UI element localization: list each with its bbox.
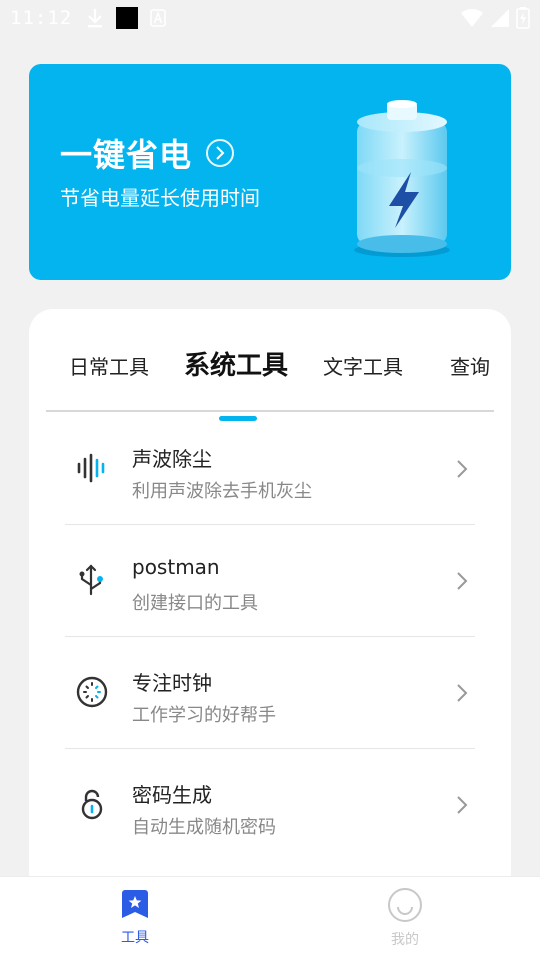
- tool-title: 密码生成: [132, 783, 212, 807]
- status-bar: 11:12: [0, 0, 540, 36]
- banner-subtitle: 节省电量延长使用时间: [60, 186, 260, 210]
- list-item-focus-clock[interactable]: 专注时钟 工作学习的好帮手: [29, 637, 511, 749]
- wifi-icon: [461, 8, 483, 27]
- tabs-divider: [46, 410, 494, 412]
- nav-mine-label: 我的: [391, 932, 419, 948]
- tool-description: 工作学习的好帮手: [132, 705, 276, 726]
- lock-icon: [81, 789, 103, 820]
- tools-star-icon: [122, 890, 148, 918]
- focus-clock-icon: [76, 676, 108, 708]
- battery-illustration-icon: [354, 100, 450, 257]
- chevron-right-icon: [457, 572, 468, 590]
- tool-list: 声波除尘 利用声波除去手机灰尘 postman 创建接口的工具 专注时钟 工作学…: [29, 413, 511, 861]
- list-item-postman[interactable]: postman 创建接口的工具: [29, 525, 511, 637]
- nav-mine[interactable]: 我的: [365, 887, 445, 949]
- power-save-banner[interactable]: 一键省电 节省电量延长使用时间: [29, 64, 511, 280]
- chevron-right-icon: [457, 684, 468, 702]
- notification-square-icon: [116, 7, 139, 29]
- tool-title: 声波除尘: [132, 447, 212, 471]
- bottom-navigation: 工具 我的: [0, 876, 540, 960]
- category-tabs: 日常工具 系统工具 文字工具 查询: [29, 339, 511, 421]
- usb-icon: [79, 564, 103, 596]
- nav-tools[interactable]: 工具: [95, 887, 175, 947]
- signal-icon: [491, 9, 509, 27]
- tab-daily-tools[interactable]: 日常工具: [69, 351, 149, 380]
- sound-wave-icon: [77, 453, 105, 483]
- tab-system-tools[interactable]: 系统工具: [184, 345, 288, 382]
- a-letter-icon: [150, 9, 167, 27]
- tool-title: postman: [132, 555, 220, 579]
- tool-description: 利用声波除去手机灰尘: [132, 481, 312, 502]
- tool-description: 自动生成随机密码: [132, 817, 276, 838]
- tools-card: 日常工具 系统工具 文字工具 查询 声波除尘 利用声波除去手机灰尘 postma…: [29, 309, 511, 889]
- tool-title: 专注时钟: [132, 671, 212, 695]
- tool-description: 创建接口的工具: [132, 593, 258, 614]
- tab-query[interactable]: 查询: [450, 351, 490, 380]
- battery-charging-icon: [516, 7, 530, 29]
- list-item-password-gen[interactable]: 密码生成 自动生成随机密码: [29, 749, 511, 861]
- tab-text-tools[interactable]: 文字工具: [323, 351, 403, 380]
- chevron-right-icon: [457, 796, 468, 814]
- status-time: 11:12: [10, 7, 73, 29]
- smile-face-icon: [388, 888, 422, 922]
- download-icon: [88, 9, 103, 28]
- banner-title: 一键省电: [60, 136, 193, 174]
- chevron-right-circle-icon[interactable]: [206, 139, 235, 167]
- nav-tools-label: 工具: [121, 930, 149, 946]
- chevron-right-icon: [457, 460, 468, 478]
- list-item-sound-dust[interactable]: 声波除尘 利用声波除去手机灰尘: [29, 413, 511, 525]
